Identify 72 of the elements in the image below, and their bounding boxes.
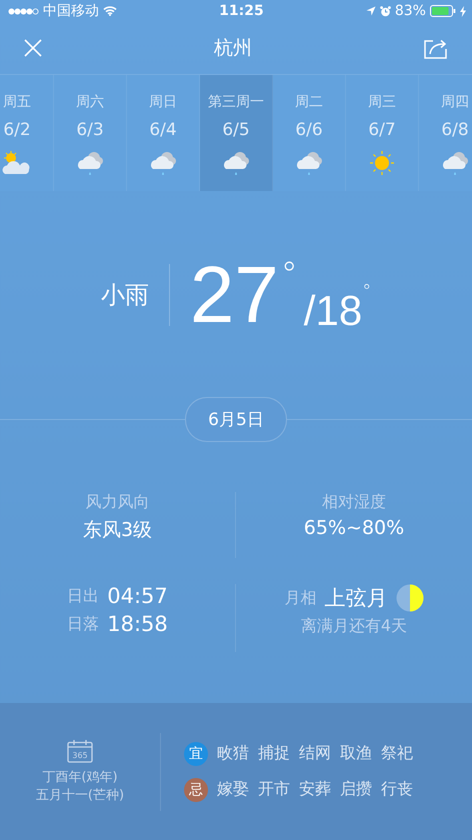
half-moon-icon [396, 584, 424, 612]
rain-cloud-icon [75, 150, 105, 176]
high-temperature: 27 [190, 255, 279, 335]
day-column[interactable]: 周三 6/7 [346, 75, 419, 191]
date-pill: 6月5日 [185, 397, 287, 442]
date-label: 6/3 [76, 120, 104, 140]
degree-sign: ° [362, 281, 372, 302]
date-label: 6/7 [368, 120, 396, 140]
lunar-date: 五月十一(芒种) [36, 786, 124, 804]
weekday-label: 周三 [368, 93, 396, 111]
almanac-activity: 启攒 [340, 779, 372, 800]
day-column[interactable]: 周五 6/2 [0, 75, 54, 191]
day-column[interactable]: 第三周一 6/5 [200, 75, 273, 191]
moon-label: 月相 [284, 588, 316, 608]
weekday-label: 周四 [441, 93, 469, 111]
weekday-label: 周二 [295, 93, 323, 111]
low-temperature: /18 [304, 287, 362, 335]
day-column[interactable]: 周二 6/6 [273, 75, 346, 191]
rain-cloud-icon [148, 150, 178, 176]
humidity-label: 相对湿度 [322, 492, 386, 513]
day-column[interactable]: 周四 6/8 [419, 75, 472, 191]
date-label: 6/4 [149, 120, 177, 140]
date-label: 6/6 [295, 120, 323, 140]
almanac-activity: 开市 [258, 779, 290, 800]
almanac-badge: 宜 [184, 742, 208, 766]
wifi-icon [103, 6, 117, 16]
almanac-activity: 取渔 [340, 743, 372, 764]
alarm-clock-icon [380, 6, 391, 16]
sunrise-time: 04:57 [107, 584, 168, 608]
wind-label: 风力风向 [86, 492, 150, 513]
date-label: 6/2 [3, 120, 31, 140]
sun-cloud-icon [2, 150, 32, 176]
humidity-value: 65%~80% [304, 517, 404, 539]
degree-sign: ° [280, 255, 298, 295]
status-time: 11:25 [219, 3, 264, 19]
carrier-name: 中国移动 [43, 2, 99, 20]
weekday-label: 周六 [76, 93, 104, 111]
almanac-activity: 安葬 [299, 779, 331, 800]
date-label: 6/5 [222, 120, 250, 140]
moon-note: 离满月还有4天 [300, 616, 408, 637]
almanac-badge: 忌 [184, 778, 208, 802]
almanac-activity: 畋猎 [217, 743, 249, 764]
almanac-activity: 嫁娶 [217, 779, 249, 800]
day-column[interactable]: 周六 6/3 [54, 75, 127, 191]
sunrise-label: 日出 [67, 586, 100, 606]
weekday-label: 周五 [3, 93, 31, 111]
almanac-activity: 捕捉 [258, 743, 290, 764]
ganzhi-year: 丁酉年(鸡年) [42, 768, 118, 786]
share-icon[interactable] [424, 37, 448, 59]
almanac-activity: 祭祀 [381, 743, 413, 764]
close-icon[interactable] [24, 39, 42, 57]
rain-cloud-icon [221, 150, 251, 176]
signal-icon [8, 8, 39, 14]
calendar-number: 365 [72, 750, 88, 760]
battery-percent: 83% [394, 3, 426, 19]
charging-bolt-icon [460, 6, 466, 16]
sunset-label: 日落 [67, 614, 100, 634]
rain-cloud-icon [294, 150, 324, 176]
weekday-label: 第三周一 [208, 93, 264, 111]
sunset-time: 18:58 [107, 612, 168, 636]
almanac-activity: 结网 [299, 743, 331, 764]
weekday-label: 周日 [149, 93, 177, 111]
battery-icon [430, 5, 456, 17]
wind-value: 东风3级 [82, 518, 152, 543]
city-title: 杭州 [214, 36, 252, 61]
date-label: 6/8 [441, 120, 469, 140]
sun-icon [367, 150, 397, 176]
moon-phase: 上弦月 [324, 585, 388, 612]
location-arrow-icon [366, 6, 376, 16]
weather-condition: 小雨 [100, 280, 149, 311]
almanac-activity: 行丧 [381, 779, 413, 800]
rain-cloud-icon [440, 150, 470, 176]
